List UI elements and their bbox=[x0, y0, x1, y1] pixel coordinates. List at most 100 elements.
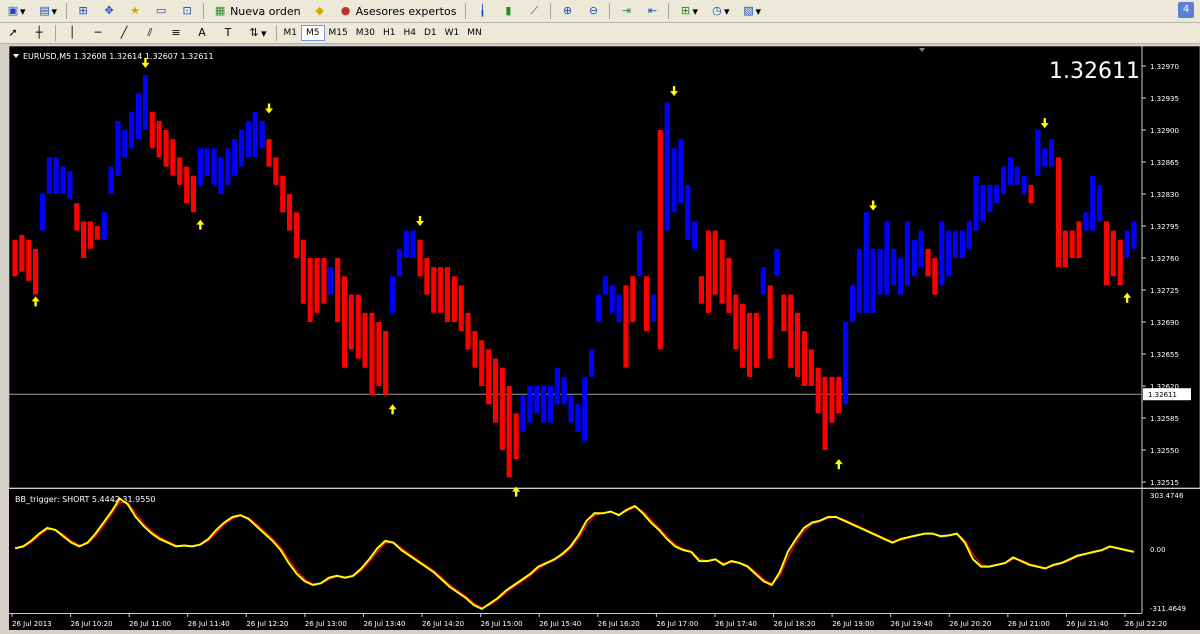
time-axis-label: 26 Jul 22:20 bbox=[1125, 620, 1167, 628]
price-bar bbox=[259, 120, 265, 149]
crosshair-icon: ✥ bbox=[104, 4, 114, 17]
price-bar bbox=[287, 194, 293, 231]
price-bar bbox=[1021, 175, 1027, 194]
new-order-button[interactable]: ▦ Nueva orden bbox=[209, 2, 305, 20]
window-count-badge[interactable]: 4 bbox=[1178, 2, 1194, 18]
price-axis-label: 1.32865 bbox=[1150, 159, 1179, 167]
price-bar bbox=[280, 175, 286, 213]
price-bar bbox=[836, 376, 842, 414]
new-chart-button[interactable]: ▣ ▾ bbox=[2, 2, 30, 20]
indicators-button[interactable]: ⊞ ▾ bbox=[674, 2, 702, 20]
toolbar-separator bbox=[203, 3, 205, 19]
zoom-in-icon: ⊕ bbox=[562, 4, 573, 17]
crosshair-tool[interactable]: ┼ bbox=[28, 24, 50, 42]
drawing-toolbar: ➚ ┼ │ ─ ╱ ⫽ ≡ A T ⇅ ▾ M1 M5 M15 M30 H1 H4 D1 W1 M… bbox=[0, 23, 1200, 44]
price-axis-label: 1.32900 bbox=[1150, 127, 1179, 135]
time-axis-label: 26 Jul 20:20 bbox=[949, 620, 991, 628]
time-axis-label: 26 Jul 17:40 bbox=[715, 620, 757, 628]
price-bar bbox=[1069, 230, 1075, 258]
price-bar bbox=[190, 175, 196, 213]
autoscroll-button[interactable]: ⇥ bbox=[615, 2, 637, 20]
time-axis-label: 26 Jul 17:00 bbox=[656, 620, 698, 628]
new-chart-icon: ▣ bbox=[7, 4, 19, 17]
timeframe-mn[interactable]: MN bbox=[463, 25, 486, 41]
price-bar bbox=[479, 340, 485, 386]
timeframe-m5[interactable]: M5 bbox=[301, 25, 325, 41]
price-axis-label: 1.32655 bbox=[1150, 351, 1179, 359]
zoom-in-button[interactable]: ⊕ bbox=[556, 2, 578, 20]
timeframe-h4[interactable]: H4 bbox=[399, 25, 420, 41]
timeframe-h1[interactable]: H1 bbox=[379, 25, 400, 41]
time-axis-label: 26 Jul 10:20 bbox=[71, 620, 113, 628]
price-bar bbox=[939, 221, 945, 286]
chart-window[interactable]: 1.32970 1.32935 1.32900 1.32865 1.32830 1.327… bbox=[8, 45, 1200, 630]
cursor-tool[interactable]: ➚ bbox=[2, 24, 24, 42]
terminal-button[interactable]: ▭ bbox=[150, 2, 172, 20]
price-bar bbox=[53, 157, 59, 194]
time-axis-label: 26 Jul 14:20 bbox=[422, 620, 464, 628]
candle-chart-button[interactable]: ▮ bbox=[497, 2, 519, 20]
timeframe-w1[interactable]: W1 bbox=[441, 25, 464, 41]
price-bar bbox=[472, 331, 478, 368]
time-axis-label: 26 Jul 13:40 bbox=[363, 620, 405, 628]
timeframe-m1[interactable]: M1 bbox=[280, 25, 302, 41]
data-window-button[interactable]: ✥ bbox=[98, 2, 120, 20]
navigator-button[interactable]: ★ bbox=[124, 2, 146, 20]
price-bar bbox=[692, 221, 698, 249]
price-bar bbox=[136, 93, 142, 140]
line-chart-icon: ⟋ bbox=[530, 4, 539, 17]
vertical-line-tool[interactable]: │ bbox=[61, 24, 83, 42]
market-watch-button[interactable]: ⊞ bbox=[72, 2, 94, 20]
bar-chart-button[interactable]: ╽ bbox=[471, 2, 493, 20]
timeframe-d1[interactable]: D1 bbox=[420, 25, 441, 41]
trendline-tool[interactable]: ╱ bbox=[113, 24, 135, 42]
chart-shift-icon: ⇤ bbox=[647, 4, 658, 17]
timeframe-m30[interactable]: M30 bbox=[352, 25, 379, 41]
price-bar bbox=[122, 130, 128, 158]
price-bar bbox=[486, 349, 492, 405]
price-bar bbox=[946, 230, 952, 277]
profiles-button[interactable]: ▤ ▾ bbox=[34, 2, 62, 20]
price-bar bbox=[870, 248, 876, 313]
expert-advisors-icon: ● bbox=[340, 4, 351, 17]
text-tool[interactable]: A bbox=[191, 24, 213, 42]
templates-button[interactable]: ▧ ▾ bbox=[738, 2, 766, 20]
timeframe-m15[interactable]: M15 bbox=[325, 25, 352, 41]
price-bar bbox=[431, 267, 437, 313]
indicators-icon: ⊞ bbox=[680, 4, 691, 17]
arrows-tool[interactable]: ⇅ ▾ bbox=[243, 24, 271, 42]
price-bar bbox=[541, 386, 547, 423]
price-bar bbox=[513, 413, 519, 460]
experts-label: Asesores expertos bbox=[355, 4, 457, 18]
chart-shift-button[interactable]: ⇤ bbox=[641, 2, 663, 20]
metaeditor-button[interactable]: ◆ bbox=[309, 2, 331, 20]
toolbar-separator bbox=[66, 3, 68, 19]
price-bar bbox=[520, 395, 526, 432]
time-axis-label: 26 Jul 21:00 bbox=[1008, 620, 1050, 628]
text-label-icon: T bbox=[224, 26, 232, 39]
new-order-label: Nueva orden bbox=[230, 4, 301, 18]
horizontal-line-tool[interactable]: ─ bbox=[87, 24, 109, 42]
periods-button[interactable]: ◷ ▾ bbox=[706, 2, 734, 20]
price-bar bbox=[596, 294, 602, 322]
price-bar bbox=[712, 230, 718, 295]
time-axis-label: 26 Jul 11:00 bbox=[129, 620, 171, 628]
price-axis-label: 1.32935 bbox=[1150, 95, 1179, 103]
chart-canvas[interactable]: 1.32970 1.32935 1.32900 1.32865 1.32830 1.327… bbox=[8, 45, 1200, 630]
price-bar bbox=[911, 239, 917, 277]
tester-button[interactable]: ⊡ bbox=[176, 2, 198, 20]
price-bar bbox=[602, 276, 608, 295]
text-icon: A bbox=[198, 26, 206, 39]
zoom-out-button[interactable]: ⊖ bbox=[582, 2, 604, 20]
fibonacci-tool[interactable]: ≡ bbox=[165, 24, 187, 42]
text-label-tool[interactable]: T bbox=[217, 24, 239, 42]
equidistant-channel-tool[interactable]: ⫽ bbox=[139, 24, 161, 42]
vertical-line-icon: │ bbox=[68, 26, 76, 39]
profiles-icon: ▤ bbox=[39, 4, 50, 17]
chart-header: EURUSD,M5 1.32608 1.32614 1.32607 1.3261… bbox=[23, 52, 214, 61]
line-chart-button[interactable]: ⟋ bbox=[523, 2, 545, 20]
price-bar bbox=[877, 248, 883, 295]
experts-button[interactable]: ● Asesores expertos bbox=[335, 2, 461, 20]
price-bar bbox=[390, 276, 396, 313]
price-bar bbox=[808, 349, 814, 386]
